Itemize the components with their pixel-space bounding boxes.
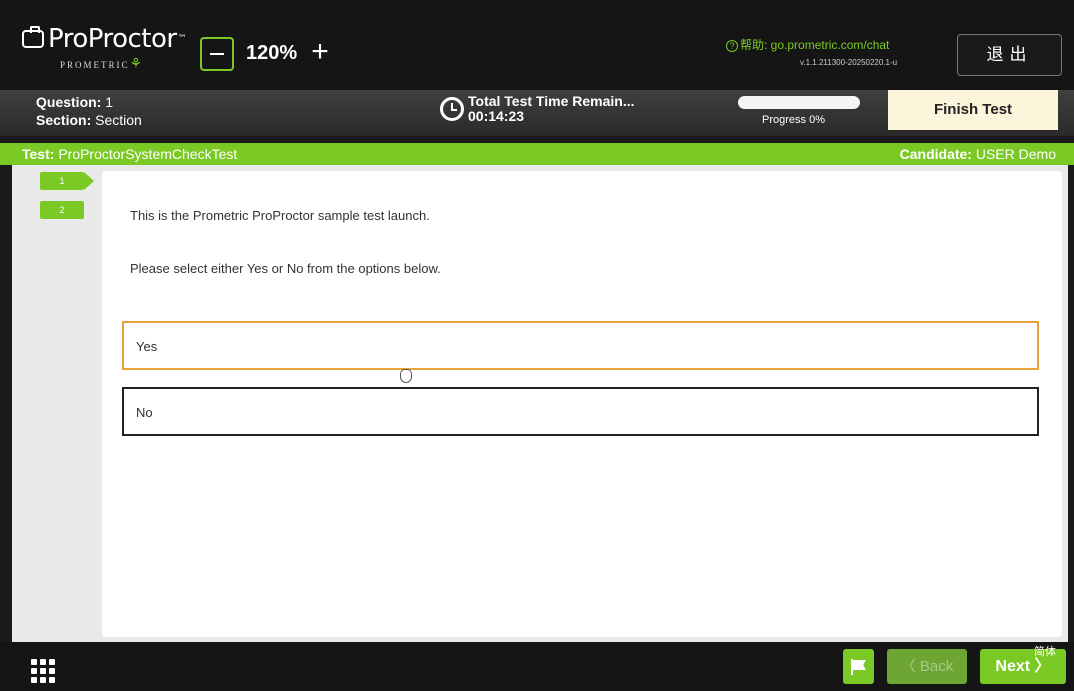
top-header: ProProctor ™ PROMETRIC⚘ 120% + ? 帮助: go.pr… xyxy=(0,0,1074,90)
timer-label: Total Test Time Remain... xyxy=(468,93,635,109)
question-section-info: Question: 1 Section: Section xyxy=(36,93,142,129)
test-content-area: 1 2 This is the Prometric ProProctor sam… xyxy=(12,165,1068,642)
candidate-name: Candidate: USER Demo xyxy=(899,146,1056,162)
section-label: Section: xyxy=(36,112,92,128)
zoom-out-button[interactable] xyxy=(200,37,234,71)
question-stem-line-1: This is the Prometric ProProctor sample … xyxy=(130,208,430,223)
question-number: 1 xyxy=(105,94,114,110)
question-card: This is the Prometric ProProctor sample … xyxy=(102,171,1062,637)
question-label: Question: xyxy=(36,94,102,110)
finish-test-button[interactable]: Finish Test xyxy=(888,90,1058,130)
help-text: 帮助: go.prometric.com/chat xyxy=(740,38,890,52)
clock-icon xyxy=(440,97,464,121)
language-toggle[interactable]: 简体 xyxy=(1034,643,1056,659)
test-candidate-bar: Test: ProProctorSystemCheckTest Candidat… xyxy=(0,143,1074,165)
version-text: v.1.1.211300-20250220.1-u xyxy=(800,58,898,67)
proproctor-logo: ProProctor ™ PROMETRIC⚘ xyxy=(22,24,187,73)
leaf-icon: ⚘ xyxy=(129,57,143,72)
grid-icon xyxy=(31,659,37,665)
test-name: Test: ProProctorSystemCheckTest xyxy=(22,146,238,162)
bottom-navigation-bar: 〈 Back Next 〉 简体 xyxy=(0,642,1074,691)
monitor-icon xyxy=(22,26,44,48)
answer-option-yes[interactable]: Yes xyxy=(122,321,1039,370)
question-stem-line-2: Please select either Yes or No from the … xyxy=(130,261,441,276)
question-grid-button[interactable] xyxy=(27,656,67,686)
section-name: Section xyxy=(95,112,142,128)
help-link[interactable]: ? 帮助: go.prometric.com/chat xyxy=(726,36,889,53)
question-nav-item-1[interactable]: 1 xyxy=(40,172,94,190)
question-nav-item-2[interactable]: 2 xyxy=(40,201,84,219)
logo-subtext: PROMETRIC xyxy=(60,60,130,70)
flag-button[interactable] xyxy=(843,649,874,684)
exit-button[interactable]: 退出 xyxy=(957,34,1062,76)
help-icon: ? xyxy=(726,40,738,52)
progress-label: Progress 0% xyxy=(762,114,825,126)
back-button[interactable]: 〈 Back xyxy=(887,649,967,684)
logo-text: ProProctor xyxy=(48,24,177,54)
test-timer: Total Test Time Remain... 00:14:23 xyxy=(440,94,634,124)
zoom-in-button[interactable]: + xyxy=(305,37,335,69)
hand-cursor-icon xyxy=(400,369,412,383)
zoom-level: 120% xyxy=(246,42,298,64)
answer-option-no[interactable]: No xyxy=(122,387,1039,436)
timer-value: 00:14:23 xyxy=(468,108,525,124)
progress-bar xyxy=(738,96,860,109)
